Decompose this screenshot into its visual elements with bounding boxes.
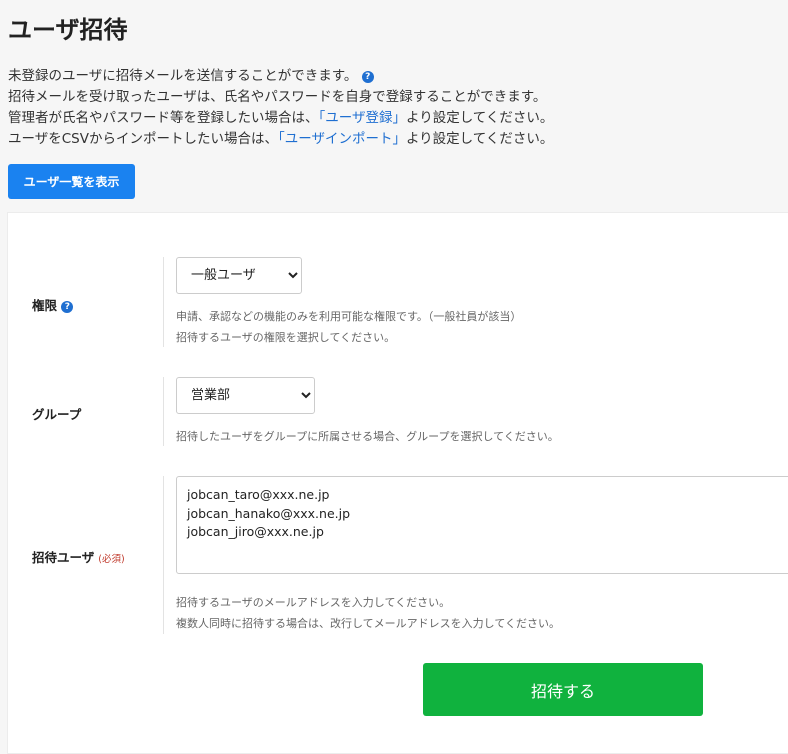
invite-submit-button[interactable]: 招待する [423,663,703,716]
group-select[interactable]: 営業部 [176,377,315,414]
invite-users-hint: 招待するユーザのメールアドレスを入力してください。 複数人同時に招待する場合は、… [176,592,560,634]
divider [163,257,164,347]
user-list-button[interactable]: ユーザ一覧を表示 [8,164,135,199]
description-line-2: 招待メールを受け取ったユーザは、氏名やパスワードを自身で登録することができます。 [8,89,547,105]
description-text: ユーザをCSVからインポートしたい場合は、 [8,131,278,147]
description-text: より設定してください。 [405,131,554,147]
description-text: 管理者が氏名やパスワード等を登録したい場合は、 [8,110,319,126]
role-label: 権限 ? [32,295,74,314]
description-line-3: 管理者が氏名やパスワード等を登録したい場合は、「ユーザ登録」より設定してください… [8,108,553,129]
description-line-4: ユーザをCSVからインポートしたい場合は、「ユーザインポート」より設定してくださ… [8,129,553,150]
invite-emails-textarea[interactable]: jobcan_taro@xxx.ne.jp jobcan_hanako@xxx.… [176,476,788,574]
invite-users-label: 招待ユーザ (必須) [32,547,125,566]
help-icon[interactable]: ? [61,301,74,313]
role-hint-line: 申請、承認などの機能のみを利用可能な権限です。（一般社員が該当） [176,310,522,323]
invite-users-hint-line: 招待するユーザのメールアドレスを入力してください。 [176,596,451,609]
group-label: グループ [32,407,82,422]
role-hint: 申請、承認などの機能のみを利用可能な権限です。（一般社員が該当） 招待するユーザ… [176,306,521,348]
user-register-link[interactable]: 「ユーザ登録」 [319,110,406,126]
divider [163,476,164,634]
role-select[interactable]: 一般ユーザ [176,257,302,294]
divider [163,377,164,446]
description-text: 未登録のユーザに招待メールを送信することができます。 [8,68,358,84]
user-import-link[interactable]: 「ユーザインポート」 [278,131,406,147]
invite-users-label-text: 招待ユーザ [32,550,95,565]
description: 未登録のユーザに招待メールを送信することができます。 ? 招待メールを受け取った… [8,66,553,150]
required-badge: (必須) [98,554,125,565]
help-icon[interactable]: ? [361,71,374,83]
invite-users-hint-line: 複数人同時に招待する場合は、改行してメールアドレスを入力してください。 [176,617,561,630]
description-text: より設定してください。 [405,110,554,126]
role-label-text: 権限 [32,298,58,313]
description-line-1: 未登録のユーザに招待メールを送信することができます。 ? [8,66,553,87]
group-hint: 招待したユーザをグループに所属させる場合、グループを選択してください。 [176,430,559,443]
role-hint-line: 招待するユーザの権限を選択してください。 [176,331,396,344]
page-title: ユーザ招待 [8,16,128,44]
